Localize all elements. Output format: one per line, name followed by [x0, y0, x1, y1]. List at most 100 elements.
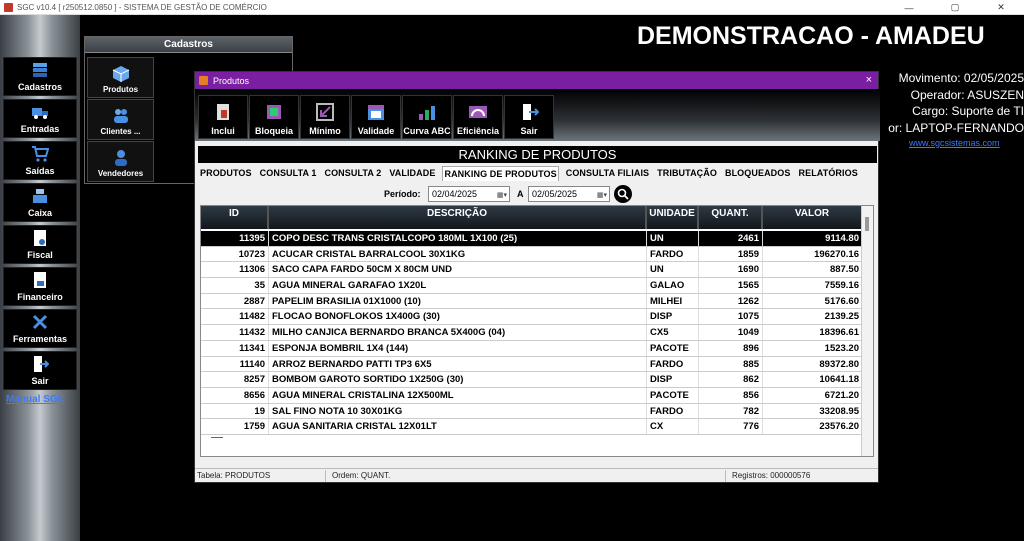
- table-row[interactable]: 11306 SACO CAPA FARDO 50CM X 80CM UND UN 16…: [201, 262, 863, 279]
- cell-id: 11482: [201, 309, 269, 325]
- maximize-button[interactable]: ▢: [932, 0, 978, 15]
- cell-unidade: UN: [647, 262, 699, 278]
- tab-validade[interactable]: VALIDADE: [388, 166, 436, 181]
- cell-quant: 862: [699, 372, 763, 387]
- tab-produtos[interactable]: PRODUTOS: [199, 166, 253, 181]
- table-row[interactable]: 11140 ARROZ BERNARDO PATTI TP3 6X5 FARDO 88…: [201, 356, 863, 373]
- manual-link[interactable]: Manual SGC: [6, 394, 65, 405]
- grid-scrollbar[interactable]: [861, 206, 873, 456]
- sidebar-item-label: Fiscal: [27, 250, 53, 260]
- toolbar-label: Mínimo: [309, 126, 341, 136]
- table-row[interactable]: 11482 FLOCAO BONOFLOKOS 1X400G (30) DISP 10…: [201, 309, 863, 326]
- table-row[interactable]: 35 AGUA MINERAL GARAFAO 1X20L GALAO 1565 755…: [201, 278, 863, 294]
- eficiencia-button[interactable]: Eficiência: [453, 95, 503, 139]
- cell-id: 10723: [201, 246, 269, 262]
- table-row[interactable]: 1759 AGUA SANITARIA CRISTAL 12X01LT CX 776 2…: [201, 419, 863, 435]
- cell-quant: 1262: [699, 293, 763, 309]
- sidebar-item-entradas[interactable]: Entradas: [3, 99, 77, 138]
- cell-id: 11432: [201, 325, 269, 340]
- bloqueia-button[interactable]: Bloqueia: [249, 95, 299, 139]
- table-row[interactable]: 2887 PAPELIM BRASILIA 01X1000 (10) MILHEI 1…: [201, 293, 863, 310]
- calendar-dropdown-icon[interactable]: ▦▾: [497, 189, 507, 203]
- validade-button[interactable]: Validade: [351, 95, 401, 139]
- sidebar-item-sair[interactable]: Sair: [3, 351, 77, 390]
- sidebar-item-financeiro[interactable]: Financeiro: [3, 267, 77, 306]
- cell-descricao: ARROZ BERNARDO PATTI TP3 6X5: [269, 356, 647, 372]
- period-from-date[interactable]: 02/04/2025 ▦▾: [428, 186, 510, 202]
- cell-id: 19: [201, 403, 269, 419]
- tab-ranking-de-produtos[interactable]: RANKING DE PRODUTOS: [442, 166, 559, 181]
- column-header-id[interactable]: ID: [201, 206, 269, 229]
- table-row[interactable]: 19 SAL FINO NOTA 10 30X01KG FARDO 782 33208.…: [201, 403, 863, 420]
- operador-label: Operador: ASUSZEN: [910, 88, 1024, 102]
- search-button[interactable]: [614, 185, 632, 203]
- tab-consulta-1[interactable]: CONSULTA 1: [259, 166, 318, 181]
- minimo-button[interactable]: Mínimo: [300, 95, 350, 139]
- cell-quant: 1049: [699, 325, 763, 340]
- cell-valor: 89372.80: [763, 356, 863, 372]
- cell-unidade: DISP: [647, 372, 699, 387]
- terminal-label: or: LAPTOP-FERNANDO: [888, 121, 1024, 135]
- cash-register-icon: [33, 189, 47, 203]
- cell-valor: 2139.25: [763, 309, 863, 325]
- status-bar: Tabela: PRODUTOS Ordem: QUANT. Registros…: [195, 468, 878, 482]
- exit-door-icon: [34, 356, 49, 372]
- cell-id: 8656: [201, 387, 269, 403]
- status-registros: Registros: 000000576: [732, 471, 811, 480]
- cell-quant: 782: [699, 403, 763, 419]
- column-header-quant[interactable]: QUANT.: [699, 206, 763, 229]
- cadastros-produtos-button[interactable]: Produtos: [87, 57, 154, 98]
- cell-descricao: BOMBOM GAROTO SORTIDO 1X250G (30): [269, 372, 647, 387]
- cell-descricao: SAL FINO NOTA 10 30X01KG: [269, 403, 647, 419]
- minimize-button[interactable]: —: [886, 0, 932, 15]
- sair-button[interactable]: Sair: [504, 95, 554, 139]
- period-to-date[interactable]: 02/05/2025 ▦▾: [528, 186, 610, 202]
- app-icon: [4, 2, 13, 12]
- cadastros-clientes-button[interactable]: Clientes ...: [87, 99, 154, 140]
- cell-valor: 887.50: [763, 262, 863, 278]
- table-row[interactable]: 10723 ACUCAR CRISTAL BARRALCOOL 30X1KG FAR…: [201, 246, 863, 263]
- cell-quant: 2461: [699, 231, 763, 246]
- sidebar-item-label: Financeiro: [17, 292, 63, 302]
- table-row[interactable]: 11341 ESPONJA BOMBRIL 1X4 (144) PACOTE 896 1…: [201, 340, 863, 357]
- column-header-descricao[interactable]: DESCRIÇÃO: [269, 206, 647, 229]
- tab-consulta-2[interactable]: CONSULTA 2: [323, 166, 382, 181]
- sidebar-item-label: Ferramentas: [12, 334, 68, 344]
- table-row[interactable]: 11432 MILHO CANJICA BERNARDO BRANCA 5X400…: [201, 325, 863, 341]
- produtos-window: Produtos × Inclui Bloqueia Mínimo Valida…: [194, 71, 880, 483]
- tab-consulta-filiais[interactable]: CONSULTA FILIAIS: [565, 166, 650, 181]
- table-row[interactable]: 11395 COPO DESC TRANS CRISTALCOPO 180ML 1…: [201, 231, 863, 247]
- cell-id: 11306: [201, 262, 269, 278]
- scrollbar-thumb[interactable]: [865, 217, 869, 231]
- website-link[interactable]: www.sgcsistemas.com: [909, 138, 1000, 148]
- column-header-valor[interactable]: VALOR: [763, 206, 863, 229]
- cell-valor: 5176.60: [763, 293, 863, 309]
- inclui-button[interactable]: Inclui: [198, 95, 248, 139]
- window-title: Produtos: [213, 75, 250, 86]
- window-close-icon[interactable]: ×: [866, 74, 872, 86]
- finance-document-icon: [34, 272, 46, 288]
- status-ordem: Ordem: QUANT.: [332, 471, 391, 480]
- sidebar-item-fiscal[interactable]: Fiscal: [3, 225, 77, 264]
- close-button[interactable]: ✕: [978, 0, 1024, 15]
- table-row[interactable]: 8257 BOMBOM GAROTO SORTIDO 1X250G (30) DIS…: [201, 372, 863, 388]
- column-header-unidade[interactable]: UNIDADE: [647, 206, 699, 229]
- sidebar-item-saidas[interactable]: Saídas: [3, 141, 77, 180]
- cadastros-vendedores-button[interactable]: Vendedores: [87, 141, 154, 182]
- sidebar-item-label: Caixa: [27, 208, 53, 218]
- tab-bloqueados[interactable]: BLOQUEADOS: [724, 166, 792, 181]
- cell-valor: 1523.20: [763, 340, 863, 356]
- table-row[interactable]: 8656 AGUA MINERAL CRISTALINA 12X500ML PACO…: [201, 387, 863, 404]
- calendar-dropdown-icon[interactable]: ▦▾: [597, 189, 607, 203]
- tab-tributacao[interactable]: TRIBUTAÇÃO: [656, 166, 718, 181]
- cell-id: 2887: [201, 293, 269, 309]
- sidebar-item-cadastros[interactable]: Cadastros: [3, 57, 77, 96]
- cell-quant: 1859: [699, 246, 763, 262]
- cell-valor: 23576.20: [763, 419, 863, 434]
- sidebar-item-caixa[interactable]: Caixa: [3, 183, 77, 222]
- sidebar-item-ferramentas[interactable]: Ferramentas: [3, 309, 77, 348]
- tab-relatorios[interactable]: RELATÓRIOS: [798, 166, 859, 181]
- cell-descricao: SACO CAPA FARDO 50CM X 80CM UND: [269, 262, 647, 278]
- cell-unidade: FARDO: [647, 403, 699, 419]
- curva-abc-button[interactable]: Curva ABC: [402, 95, 452, 139]
